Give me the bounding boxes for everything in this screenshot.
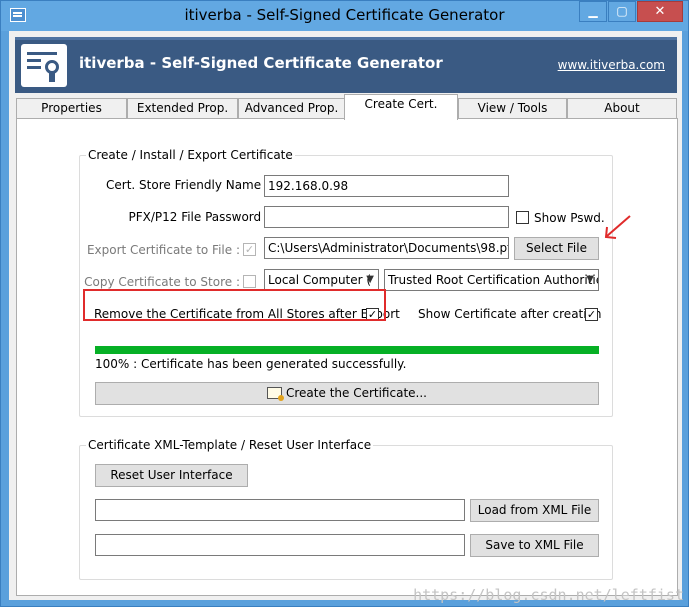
password-input[interactable]	[264, 206, 509, 228]
create-cert-panel: Create / Install / Export Certificate Ce…	[16, 118, 678, 596]
group-caption: Certificate XML-Template / Reset User In…	[86, 438, 374, 452]
tab-create-cert[interactable]: Create Cert.	[344, 94, 458, 120]
password-label: PFX/P12 File Password :	[128, 210, 269, 224]
load-xml-button[interactable]: Load from XML File	[470, 499, 599, 522]
header-banner: itiverba - Self-Signed Certificate Gener…	[15, 37, 677, 93]
show-after-creation-label: Show Certificate after creation	[418, 307, 602, 321]
annotation-highlight-box	[83, 289, 386, 321]
export-checkbox[interactable]: ✓	[243, 243, 256, 256]
certificate-icon	[21, 44, 67, 87]
group-caption: Create / Install / Export Certificate	[86, 148, 295, 162]
save-xml-path-input[interactable]	[95, 534, 465, 556]
title-bar[interactable]: itiverba - Self-Signed Certificate Gener…	[1, 1, 688, 31]
tab-strip: Properties Extended Prop. Advanced Prop.…	[16, 94, 678, 120]
progress-bar	[95, 346, 599, 354]
save-xml-button[interactable]: Save to XML File	[470, 534, 599, 557]
store-location-value: Local Computer (	[268, 273, 372, 287]
status-message: 100% : Certificate has been generated su…	[95, 357, 407, 371]
watermark: https://blog.csdn.net/leftfist	[413, 586, 684, 604]
load-xml-path-input[interactable]	[95, 499, 465, 521]
tab-extended-prop[interactable]: Extended Prop.	[127, 98, 238, 119]
export-label: Export Certificate to File :	[86, 243, 240, 257]
select-file-button[interactable]: Select File	[514, 237, 599, 260]
export-path-input[interactable]: C:\Users\Administrator\Documents\98.pfx	[264, 237, 509, 259]
create-certificate-group: Create / Install / Export Certificate Ce…	[79, 148, 613, 417]
app-window: itiverba - Self-Signed Certificate Gener…	[0, 0, 689, 607]
banner-title: itiverba - Self-Signed Certificate Gener…	[79, 54, 443, 72]
show-after-creation-checkbox[interactable]: ✓	[585, 308, 598, 321]
website-link[interactable]: www.itiverba.com	[558, 58, 665, 72]
store-location-select[interactable]: Local Computer ( ▼	[264, 269, 379, 291]
minimize-button[interactable]: ▁	[579, 1, 607, 22]
xml-template-group: Certificate XML-Template / Reset User In…	[79, 438, 613, 580]
friendly-name-label: Cert. Store Friendly Name :	[106, 178, 269, 192]
close-button[interactable]: ✕	[637, 1, 683, 22]
tab-properties[interactable]: Properties	[16, 98, 127, 119]
show-password-checkbox[interactable]	[516, 211, 529, 224]
chevron-down-icon: ▼	[366, 274, 374, 285]
friendly-name-input[interactable]: 192.168.0.98	[264, 175, 509, 197]
chevron-down-icon: ▼	[586, 274, 594, 285]
create-certificate-label: Create the Certificate...	[286, 386, 427, 400]
reset-ui-button[interactable]: Reset User Interface	[95, 464, 248, 487]
store-name-value: Trusted Root Certification Authoritie	[388, 273, 599, 287]
create-certificate-button[interactable]: Create the Certificate...	[95, 382, 599, 405]
annotation-arrow-icon	[604, 215, 631, 239]
tab-advanced-prop[interactable]: Advanced Prop.	[238, 98, 345, 119]
store-name-select[interactable]: Trusted Root Certification Authoritie ▼	[384, 269, 599, 291]
certificate-icon	[267, 387, 284, 401]
show-password-label: Show Pswd.	[534, 211, 605, 225]
progress-fill	[95, 346, 599, 354]
client-area: itiverba - Self-Signed Certificate Gener…	[9, 31, 682, 600]
tab-view-tools[interactable]: View / Tools	[458, 98, 567, 119]
tab-about[interactable]: About	[567, 98, 677, 119]
copy-to-store-checkbox[interactable]	[243, 275, 256, 288]
copy-to-store-label: Copy Certificate to Store :	[84, 275, 240, 289]
maximize-button[interactable]: ▢	[608, 1, 636, 22]
